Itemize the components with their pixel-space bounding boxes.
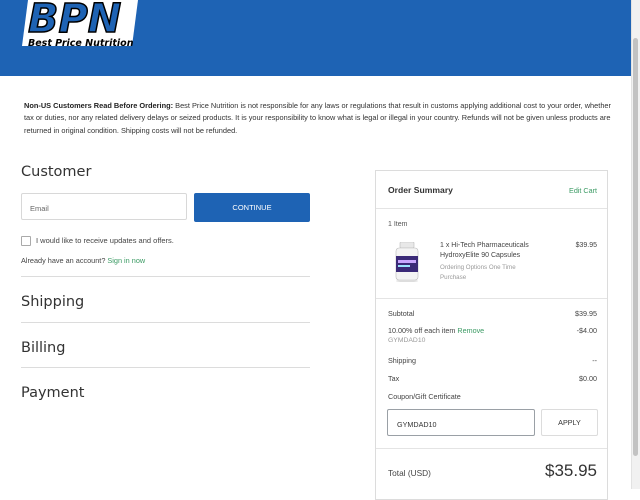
order-summary-title: Order Summary bbox=[388, 185, 453, 195]
coupon-input[interactable]: GYMDAD10 bbox=[387, 409, 535, 436]
sign-in-link[interactable]: Sign in now bbox=[107, 256, 145, 265]
subtotal-value: $39.95 bbox=[575, 309, 597, 318]
account-prompt-text: Already have an account? bbox=[21, 256, 106, 265]
discount-value: -$4.00 bbox=[576, 326, 597, 335]
shipping-label: Shipping bbox=[388, 356, 416, 365]
summary-divider bbox=[376, 298, 607, 299]
tax-value: $0.00 bbox=[579, 374, 597, 383]
product-name: 1 x Hi-Tech Pharmaceuticals HydroxyElite… bbox=[440, 242, 529, 259]
logo-text: Best Price Nutrition bbox=[28, 38, 134, 49]
coupon-input-value: GYMDAD10 bbox=[397, 420, 437, 429]
scrollbar-thumb[interactable] bbox=[633, 38, 638, 456]
discount-label: 10.00% off each item Remove bbox=[388, 326, 484, 335]
discount-code: GYMDAD10 bbox=[388, 337, 426, 344]
email-placeholder: Email bbox=[30, 204, 49, 213]
discount-text: 10.00% off each item bbox=[388, 326, 456, 335]
divider bbox=[21, 367, 310, 368]
updates-label: I would like to receive updates and offe… bbox=[36, 236, 174, 245]
customer-title: Customer bbox=[21, 164, 92, 180]
shipping-value: -- bbox=[592, 356, 597, 365]
product-price: $39.95 bbox=[575, 242, 597, 249]
subtotal-label: Subtotal bbox=[388, 309, 415, 318]
payment-title[interactable]: Payment bbox=[21, 385, 84, 401]
logo-mark: BPN bbox=[28, 0, 121, 42]
shipping-title[interactable]: Shipping bbox=[21, 294, 84, 310]
summary-divider bbox=[376, 208, 607, 209]
coupon-label: Coupon/Gift Certificate bbox=[388, 392, 461, 401]
total-value: $35.95 bbox=[545, 461, 597, 480]
divider bbox=[21, 322, 310, 323]
summary-divider bbox=[376, 448, 607, 449]
email-input[interactable]: Email bbox=[21, 193, 187, 220]
order-summary: Order Summary Edit Cart 1 Item 1 x Hi-Te… bbox=[375, 170, 608, 500]
total-label: Total (USD) bbox=[388, 468, 431, 478]
divider bbox=[21, 276, 310, 277]
account-prompt: Already have an account? Sign in now bbox=[21, 256, 145, 265]
bpn-logo[interactable]: BPN Best Price Nutrition bbox=[22, 0, 140, 54]
supplement-bottle-image bbox=[395, 242, 419, 282]
remove-discount-link[interactable]: Remove bbox=[457, 326, 484, 335]
notice-heading: Non-US Customers Read Before Ordering: bbox=[24, 101, 174, 110]
edit-cart-link[interactable]: Edit Cart bbox=[569, 186, 597, 195]
product-options: Ordering Options One Time Purchase bbox=[440, 264, 516, 281]
tax-label: Tax bbox=[388, 374, 400, 383]
apply-coupon-button[interactable]: APPLY bbox=[541, 409, 598, 436]
non-us-notice: Non-US Customers Read Before Ordering: B… bbox=[24, 100, 618, 137]
updates-checkbox[interactable] bbox=[21, 236, 31, 246]
continue-button[interactable]: CONTINUE bbox=[194, 193, 310, 222]
item-count: 1 Item bbox=[388, 221, 408, 228]
billing-title[interactable]: Billing bbox=[21, 340, 65, 356]
